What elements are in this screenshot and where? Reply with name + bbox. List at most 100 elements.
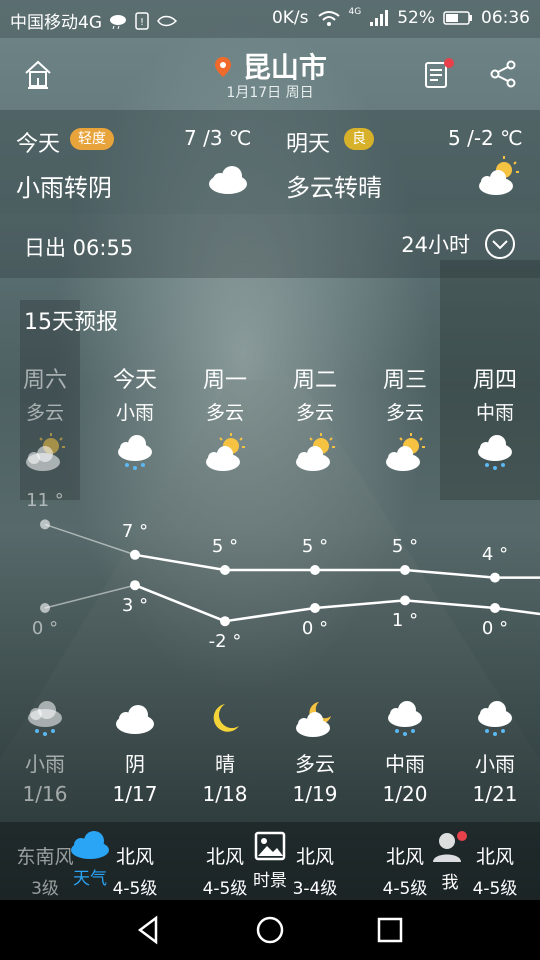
wifi-icon [317,11,340,26]
news-icon [425,58,454,88]
high-temp-point [310,565,320,575]
tomorrow-summary[interactable]: 明天 良 5 /-2 ℃ 多云转晴 [270,110,540,214]
forecast-date: 1/16 [22,782,68,806]
forecast-day-condition: 多云 [205,402,244,424]
network-type: 4G [348,7,362,17]
back-icon[interactable] [134,915,164,945]
share-button[interactable] [482,52,526,96]
low-temp-point [400,595,410,606]
forecast-day-condition: 多云 [25,402,64,424]
battery-percent: 52% [397,8,435,28]
sim-icon: ! [135,11,149,30]
svg-text:!: ! [140,17,144,28]
forecast-weekday: 今天 [112,368,157,393]
forecast-night-condition: 阴 [125,752,145,776]
forecast-date: 1/20 [382,782,428,806]
forecast-day-partly-icon [0,432,90,476]
location-pin-icon [215,57,232,77]
bottom-navigation: 东南风 3级 北风 4-5级 北风 4-5级 北风 3-4级 北风 4-5级 北风 4-5级 天气 时… [0,822,540,900]
high-temp-label: 5 ° [211,536,239,557]
tab-weather-label: 天气 [73,869,107,889]
forecast-weekday: 周四 [472,368,517,393]
clock: 06:36 [481,8,530,28]
tab-scenery-label: 时景 [253,871,287,891]
partly-sunny-icon [479,156,519,195]
recents-icon[interactable] [375,915,405,945]
hourly-toggle[interactable]: 24小时 [401,228,516,260]
low-temp-label: 0 ° [31,618,59,639]
forecast-night-cloud-icon [90,698,180,742]
today-label: 今天 [16,132,61,157]
today-condition: 小雨转阴 [16,174,112,202]
tab-me-label: 我 [441,873,459,893]
hourly-toggle-label: 24小时 [401,233,470,257]
forecast-night-rain-icon [0,698,90,742]
cloud-tab-icon [71,831,109,859]
forecast-day-condition: 多云 [385,402,424,424]
forecast-weekday: 周一 [202,368,247,393]
today-summary[interactable]: 今天 轻度 7 /3 ℃ 小雨转阴 [0,110,270,214]
tab-me[interactable]: 我 [420,830,480,893]
forecast-date: 1/21 [472,782,518,806]
low-line-segment [314,599,406,610]
forecast-date: 1/19 [292,782,338,806]
app-header: 昆山市 1月17日 周日 [0,38,540,110]
high-temp-point [130,549,140,560]
signal-icon [370,10,389,26]
low-temp-label: 0 ° [481,618,509,639]
forecast-weekday: 周六 [22,368,67,393]
tab-scenery[interactable]: 时景 [240,830,300,891]
low-temp-point [490,603,500,613]
tomorrow-label: 明天 [286,132,331,157]
battery-icon [443,11,472,25]
user-icon [433,831,467,862]
cloud-rain-icon [110,14,126,29]
forecast-day-condition: 小雨 [115,402,154,424]
forecast-day-partly-icon [180,432,270,476]
chevron-down-icon [485,229,515,259]
high-temp-label: 4 ° [481,543,509,565]
tomorrow-aqi-badge: 良 [344,128,374,150]
system-navigation-bar [0,900,540,960]
sunrise-time: 日出 06:55 [24,236,134,260]
forecast-night-rain-icon [450,698,540,742]
low-temp-label: 1 ° [391,610,419,632]
low-temp-point [130,580,140,591]
forecast-date: 1/18 [202,782,248,806]
status-bar: 中国移动4G ! 0K/s 4G 52% 06:36 [0,0,540,38]
home-circle-icon[interactable] [255,915,285,945]
news-button[interactable] [416,52,460,96]
high-temp-label: 5 ° [391,536,419,557]
low-line-segment [134,584,226,623]
forecast-night-moon-icon [180,698,270,742]
city-name: 昆山市 [242,51,327,84]
forecast-night-condition: 小雨 [475,752,515,776]
temperature-chart [40,519,540,627]
low-temp-point [220,616,230,627]
high-temp-point [490,572,500,583]
forecast-weekday: 周二 [292,368,337,393]
forecast-night-condition: 多云 [295,752,335,776]
low-temp-point [310,603,320,613]
forecast-date: 1/17 [112,782,158,806]
carrier-label: 中国移动4G [10,13,102,33]
forecast-night-condition: 中雨 [385,752,425,776]
today-aqi-badge: 轻度 [70,128,114,150]
low-temp-label: 3 ° [121,595,149,617]
app-notification-icon [157,15,178,26]
image-icon [254,831,286,861]
forecast-day-partly-icon [360,432,450,476]
low-temp-point [40,603,50,613]
today-temp: 7 /3 ℃ [184,126,252,150]
high-line-segment [134,553,226,572]
forecast-night-condition: 小雨 [25,752,65,776]
high-temp-point [40,519,50,530]
tab-weather[interactable]: 天气 [60,828,120,889]
high-temp-point [400,565,410,575]
high-temp-point [220,565,230,575]
forecast-weekday: 周三 [382,368,427,393]
forecast-day-rain-icon [450,432,540,476]
low-line-segment [404,599,496,610]
tomorrow-temp: 5 /-2 ℃ [448,126,523,150]
forecast-night-partly-icon [270,698,360,742]
